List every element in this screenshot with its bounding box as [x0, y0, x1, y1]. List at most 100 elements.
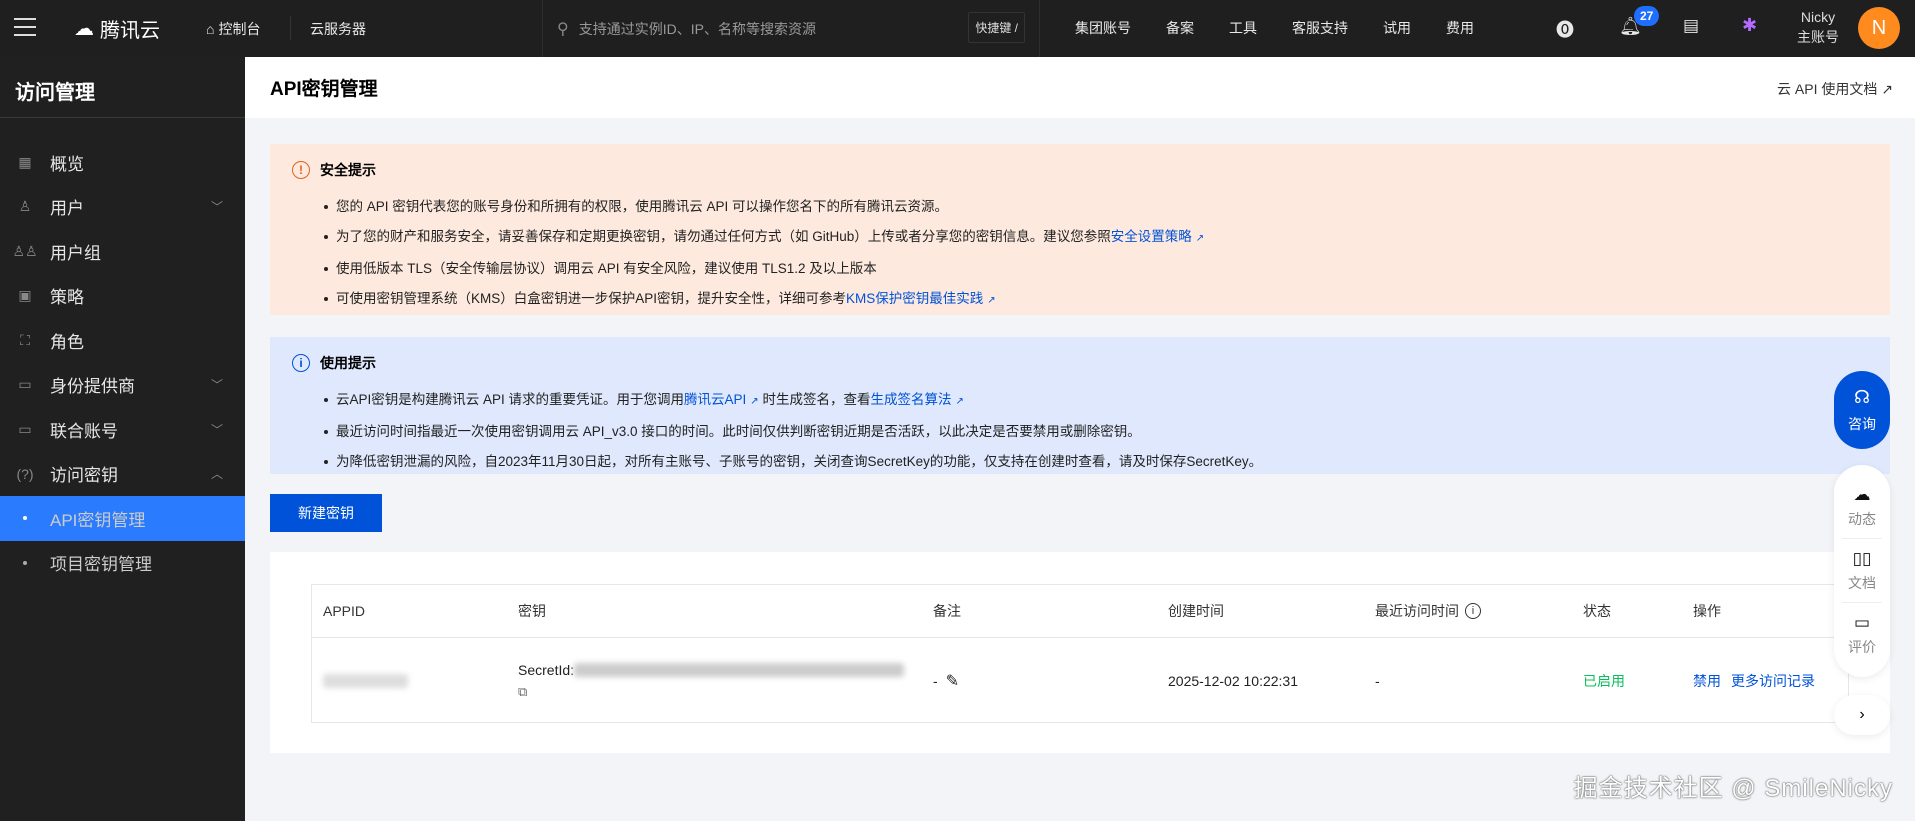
- federated-icon: ▭: [18, 420, 32, 437]
- bullet-icon: [23, 516, 27, 521]
- external-link-icon: ↗: [1195, 233, 1205, 244]
- list-item: 最近访问时间指最近一次使用密钥调用云 API_v3.0 接口的时间。此时间仅供判…: [324, 417, 1868, 447]
- comment-icon: ▭: [1853, 613, 1871, 632]
- app-switch-icon[interactable]: ✱: [1742, 15, 1757, 36]
- avatar[interactable]: N: [1858, 7, 1900, 49]
- remark-cell: - ✎: [933, 671, 960, 691]
- warning-icon: !: [292, 161, 310, 179]
- nav-trial[interactable]: 试用: [1383, 18, 1411, 38]
- list-item: 您的 API 密钥代表您的账号身份和所拥有的权限，使用腾讯云 API 可以操作您…: [324, 192, 1868, 222]
- headset-icon: ☊: [1854, 386, 1870, 407]
- new-key-button[interactable]: 新建密钥: [270, 494, 382, 532]
- user-icon: ♙: [18, 198, 32, 215]
- external-link-icon: ↗: [750, 396, 759, 407]
- tencent-api-link[interactable]: 腾讯云API: [684, 392, 746, 407]
- appid-value: [323, 638, 408, 724]
- api-doc-link[interactable]: 云 API 使用文档 ↗: [1777, 79, 1893, 99]
- sidebar: 访问管理 ▦ 概览 ♙ 用户 ﹀ ♙♙ 用户组 ▣ 策略 ⛶ 角色 ▭ 身份提供商 ﹀ ▭ 联合账…: [0, 57, 245, 821]
- sidebar-item-access-keys[interactable]: (?) 访问密钥 ︿: [0, 452, 245, 497]
- console-link[interactable]: ⌂ 控制台: [206, 19, 260, 39]
- edit-pencil-icon[interactable]: ✎: [946, 671, 959, 691]
- usage-notice: i 使用提示 云API密钥是构建腾讯云 API 请求的重要凭证。用于您调用腾讯云A…: [270, 337, 1890, 474]
- search-icon: ⚲: [557, 20, 569, 38]
- chevron-up-icon: ︿: [210, 467, 223, 482]
- col-created: 创建时间: [1168, 603, 1224, 619]
- sidebar-item-project-key-management[interactable]: 项目密钥管理: [0, 541, 245, 586]
- col-status: 状态: [1583, 603, 1611, 619]
- collapse-button[interactable]: ›: [1834, 695, 1890, 735]
- nav-tools[interactable]: 工具: [1229, 18, 1257, 38]
- user-menu[interactable]: Nicky 主账号: [1797, 7, 1839, 47]
- key-table: APPID 密钥 备注 创建时间 最近访问时间 i 状态 操作 SecretId:…: [311, 584, 1849, 723]
- security-policy-link[interactable]: 安全设置策略: [1111, 229, 1192, 244]
- nav-support[interactable]: 客服支持: [1292, 18, 1348, 38]
- secret-cell: SecretId: ⧉: [518, 638, 905, 724]
- external-link-icon: ↗: [1881, 81, 1893, 97]
- col-last-access: 最近访问时间 i: [1375, 585, 1481, 637]
- external-link-icon: ↗: [955, 396, 964, 407]
- search-input[interactable]: [578, 20, 919, 37]
- signature-algorithm-link[interactable]: 生成签名算法: [870, 392, 951, 407]
- security-notice: ! 安全提示 您的 API 密钥代表您的账号身份和所拥有的权限，使用腾讯云 API…: [270, 144, 1890, 315]
- miniprogram-icon[interactable]: ⓿: [1556, 16, 1574, 42]
- cloud-logo-icon: ☁: [74, 18, 94, 40]
- sidebar-item-identity-providers[interactable]: ▭ 身份提供商 ﹀: [0, 363, 245, 408]
- chevron-down-icon: ﹀: [210, 378, 223, 393]
- sidebar-item-federated-accounts[interactable]: ▭ 联合账号 ﹀: [0, 407, 245, 452]
- news-button[interactable]: ☁ 动态: [1842, 475, 1882, 539]
- product-link[interactable]: 云服务器: [310, 19, 366, 39]
- table-row: SecretId: ⧉ - ✎ 2025-12-02 10:22:31 - 已启用…: [312, 638, 1848, 724]
- sidebar-item-roles[interactable]: ⛶ 角色: [0, 318, 245, 363]
- kms-best-practice-link[interactable]: KMS保护密钥最佳实践: [846, 291, 983, 306]
- sidebar-item-user-groups[interactable]: ♙♙ 用户组: [0, 229, 245, 274]
- more-access-records-link[interactable]: 更多访问记录: [1731, 671, 1815, 691]
- chevron-down-icon: ﹀: [210, 200, 223, 215]
- console-settings-icon[interactable]: ▤: [1683, 16, 1699, 36]
- users-icon: ♙♙: [12, 242, 38, 259]
- docs-button[interactable]: ▯▯ 文档: [1842, 539, 1882, 603]
- sidebar-item-overview[interactable]: ▦ 概览: [0, 140, 245, 185]
- info-icon: i: [292, 354, 310, 372]
- sidebar-item-api-key-management[interactable]: API密钥管理: [0, 496, 245, 541]
- grid-icon: ▦: [18, 153, 32, 170]
- cloud-bell-icon: ☁: [1853, 484, 1871, 504]
- info-icon[interactable]: i: [1465, 603, 1481, 619]
- menu-icon[interactable]: [14, 18, 36, 36]
- col-key: 密钥: [518, 603, 546, 619]
- created-time: 2025-12-02 10:22:31: [1168, 673, 1298, 689]
- consult-button[interactable]: ☊ 咨询: [1834, 371, 1890, 449]
- secret-id-value: [574, 663, 905, 677]
- list-item: 使用低版本 TLS（安全传输层协议）调用云 API 有安全风险，建议使用 TLS…: [324, 254, 1868, 284]
- nav-billing[interactable]: 费用: [1446, 18, 1474, 38]
- search-bar: ⚲ 快捷键 /: [542, 0, 1040, 57]
- top-nav: ☁腾讯云 ⌂控制台 云服务器 ⚲ 快捷键 / 集团账号 备案 工具 客服支持 试…: [0, 0, 1915, 57]
- role-icon: ⛶: [20, 331, 30, 348]
- copy-icon[interactable]: ⧉: [518, 684, 527, 700]
- notification-badge: 27: [1634, 6, 1660, 26]
- nav-filing[interactable]: 备案: [1166, 18, 1194, 38]
- feedback-button[interactable]: ▭ 评价: [1842, 603, 1882, 667]
- shortcut-button[interactable]: 快捷键 /: [968, 12, 1025, 43]
- actions-cell: 禁用 更多访问记录: [1693, 638, 1815, 724]
- list-item: 为了您的财产和服务安全，请妥善保存和定期更换密钥，请勿通过任何方式（如 GitH…: [324, 222, 1868, 254]
- key-table-card: APPID 密钥 备注 创建时间 最近访问时间 i 状态 操作 SecretId:…: [270, 552, 1890, 753]
- idp-icon: ▭: [18, 376, 32, 393]
- logo[interactable]: ☁ 腾讯云: [74, 14, 160, 43]
- sidebar-item-policies[interactable]: ▣ 策略: [0, 274, 245, 319]
- sidebar-item-users[interactable]: ♙ 用户 ﹀: [0, 185, 245, 230]
- sidebar-title: 访问管理: [0, 57, 245, 118]
- list-item: 云API密钥是构建腾讯云 API 请求的重要凭证。用于您调用腾讯云API ↗ 时生…: [324, 385, 1868, 417]
- chevron-down-icon: ﹀: [210, 422, 223, 437]
- nav-group-account[interactable]: 集团账号: [1075, 18, 1131, 38]
- key-icon: (?): [16, 465, 34, 482]
- col-appid: APPID: [323, 603, 366, 619]
- float-toolbar: ☁ 动态 ▯▯ 文档 ▭ 评价: [1834, 465, 1890, 677]
- page-header: API密钥管理 云 API 使用文档 ↗: [245, 57, 1915, 118]
- home-icon: ⌂: [206, 21, 215, 37]
- col-actions: 操作: [1693, 603, 1721, 619]
- nav-links: 集团账号 备案 工具 客服支持 试用 费用: [1075, 18, 1509, 38]
- bullet-icon: [23, 560, 27, 565]
- last-access-time: -: [1375, 673, 1380, 689]
- watermark: 掘金技术社区 @ SmileNicky: [1573, 775, 1893, 802]
- disable-button[interactable]: 禁用: [1693, 671, 1721, 691]
